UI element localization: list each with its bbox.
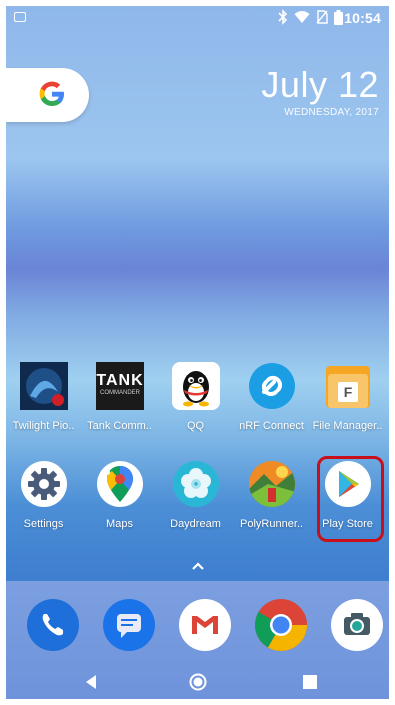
clock: 10:54 [344, 10, 381, 26]
app-qq[interactable]: QQ [158, 362, 233, 454]
dock-phone[interactable] [25, 597, 81, 653]
home-icon[interactable] [189, 673, 207, 691]
gear-icon [21, 461, 67, 507]
bluetooth-icon [278, 9, 288, 25]
dock-messages[interactable] [101, 597, 157, 653]
polyrunner-icon [249, 461, 295, 507]
system-icons [278, 9, 343, 25]
date-widget-date[interactable]: July 12 [261, 64, 379, 106]
app-label: Maps [106, 518, 133, 530]
app-nrf-connect[interactable]: nRF Connect [234, 362, 309, 454]
google-g-icon [39, 81, 64, 106]
camera-icon [331, 599, 383, 651]
app-settings[interactable]: Settings [6, 460, 81, 552]
dock-gmail[interactable] [177, 597, 233, 653]
app-label: nRF Connect [239, 420, 304, 432]
app-label: Tank Comm.. [87, 420, 152, 432]
app-label: Daydream [170, 518, 221, 530]
date-widget-day: WEDNESDAY, 2017 [284, 107, 379, 118]
app-label: File Manager.. [312, 420, 383, 432]
gmail-icon [179, 599, 231, 651]
play-store-highlight-box [317, 456, 384, 542]
google-search-widget[interactable] [6, 68, 89, 122]
qq-penguin-icon [172, 362, 220, 410]
messages-icon [103, 599, 155, 651]
file-manager-icon: F [324, 362, 372, 410]
app-twilight-pioneers[interactable]: Twilight Pio.. [6, 362, 81, 454]
app-polyrunner[interactable]: PolyRunner.. [234, 460, 309, 552]
app-tank-commander[interactable]: TANK COMMANDER Tank Comm.. [82, 362, 157, 454]
app-maps[interactable]: G Maps [82, 460, 157, 552]
back-icon[interactable] [82, 673, 100, 691]
maps-pin-icon: G [96, 460, 144, 508]
daydream-icon [173, 461, 219, 507]
chrome-icon [255, 599, 307, 651]
no-sim-icon [316, 10, 328, 24]
dock-chrome[interactable] [253, 597, 309, 653]
app-daydream[interactable]: Daydream [158, 460, 233, 552]
navigation-bar [6, 661, 389, 699]
dock-camera[interactable] [329, 597, 385, 653]
recents-icon[interactable] [301, 673, 319, 691]
home-screen: 10:54 July 12 WEDNESDAY, 2017 Twilight P… [6, 6, 389, 699]
tank-commander-icon: TANK COMMANDER [96, 362, 144, 410]
nrf-connect-icon [249, 363, 295, 409]
app-label: Settings [23, 518, 64, 530]
chevron-up-icon[interactable] [190, 558, 206, 574]
app-file-manager[interactable]: F File Manager.. [310, 362, 385, 454]
app-row-1: Twilight Pio.. TANK COMMANDER Tank Comm.… [6, 362, 389, 454]
app-label: Twilight Pio.. [12, 420, 75, 432]
image-notification-icon [14, 12, 26, 22]
wifi-icon [294, 11, 310, 23]
battery-icon [334, 9, 343, 25]
app-label: QQ [186, 420, 205, 432]
status-bar: 10:54 [6, 6, 389, 30]
twilight-pioneers-icon [20, 362, 68, 410]
phone-icon [27, 599, 79, 651]
app-label: PolyRunner.. [240, 518, 303, 530]
